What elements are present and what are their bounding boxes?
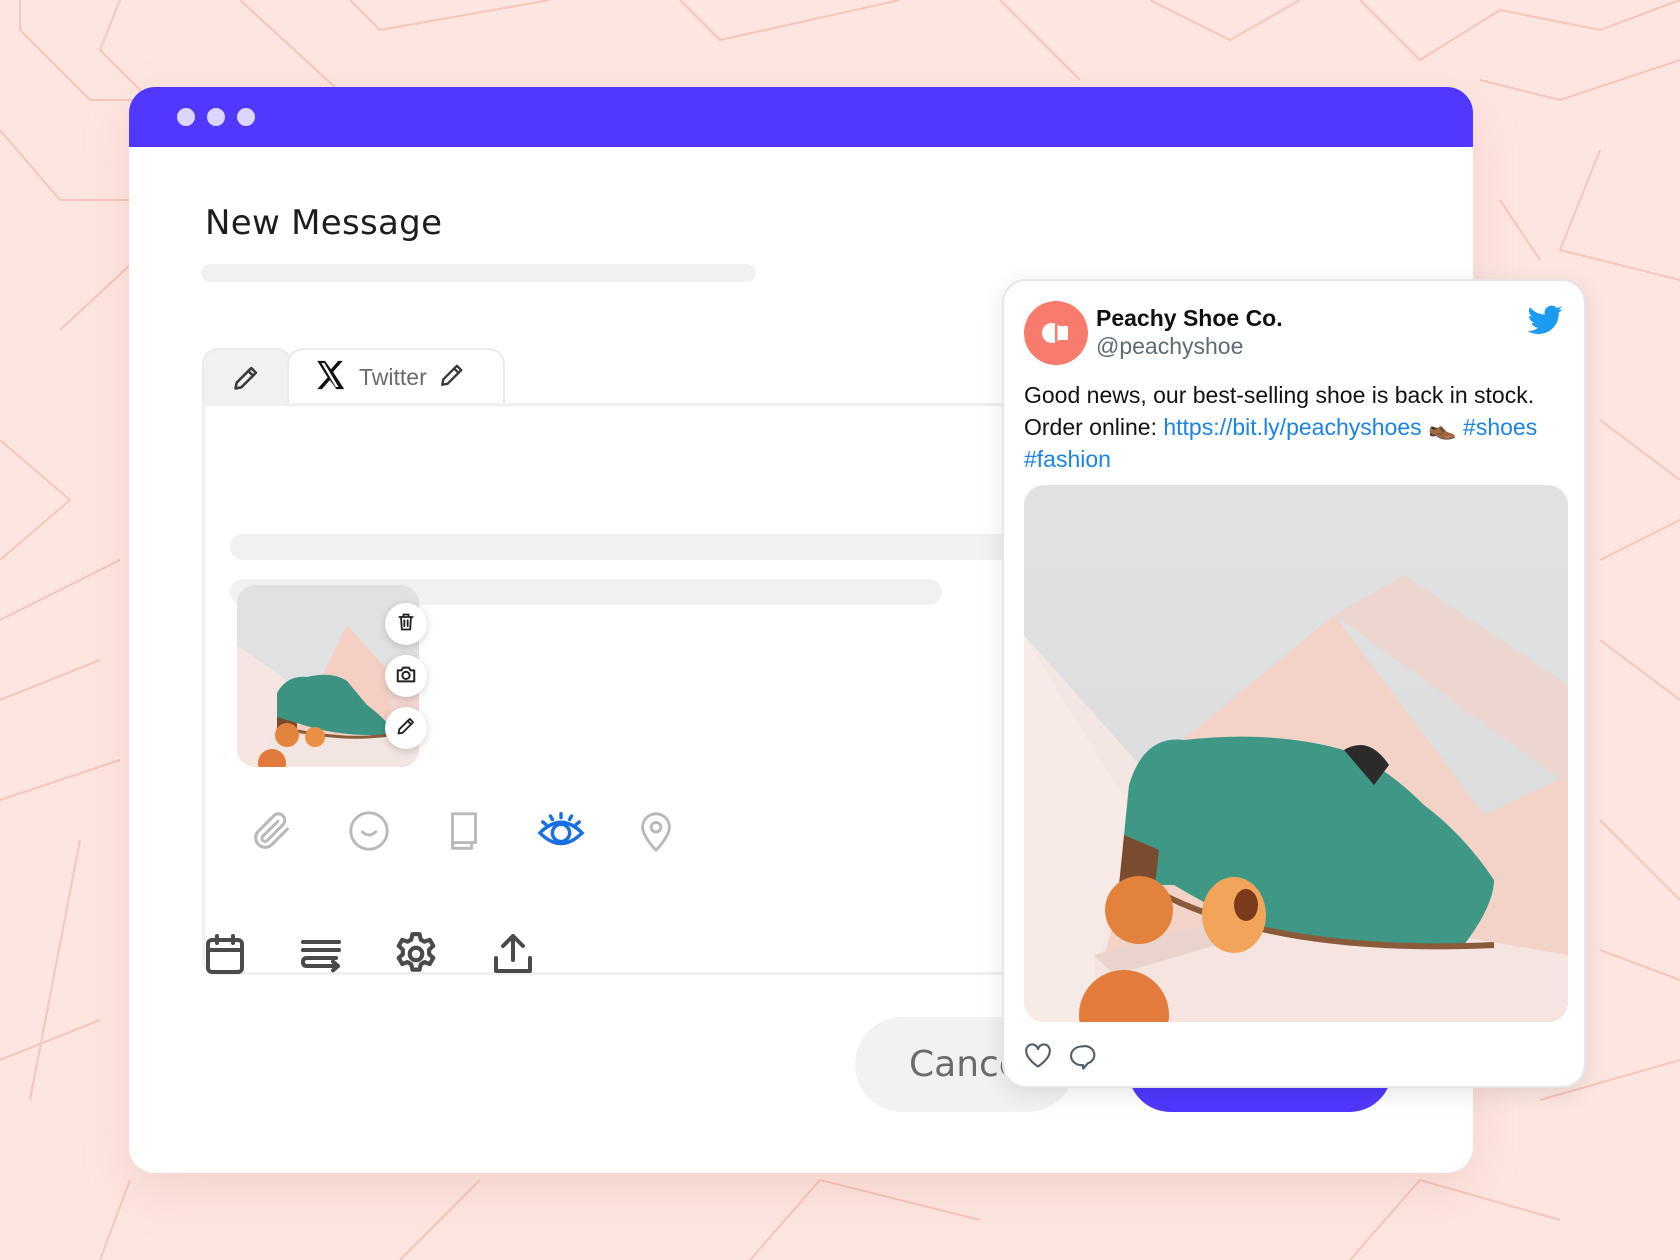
window-dot[interactable]: [207, 108, 225, 126]
tweet-preview-card: Peachy Shoe Co. @peachyshoe Good news, o…: [1002, 279, 1586, 1088]
pencil-icon[interactable]: [439, 362, 465, 392]
subject-placeholder-bar[interactable]: [201, 264, 756, 282]
library-button[interactable]: [439, 808, 489, 858]
hashtag-link[interactable]: #fashion: [1024, 446, 1111, 472]
tab-twitter[interactable]: Twitter: [287, 348, 505, 404]
hashtag-link[interactable]: #shoes: [1463, 414, 1537, 440]
delete-image-button[interactable]: [385, 603, 427, 645]
x-logo-icon: [313, 358, 347, 396]
schedule-button[interactable]: [200, 931, 250, 981]
tweet-link[interactable]: https://bit.ly/peachyshoes: [1163, 414, 1421, 440]
edit-image-button[interactable]: [385, 707, 427, 749]
tweet-actions: [1024, 1043, 1096, 1075]
smiley-icon: [346, 808, 392, 858]
settings-button[interactable]: [391, 931, 441, 981]
shoe-photo: [1024, 485, 1568, 1022]
replace-image-button[interactable]: [385, 655, 427, 697]
tab-twitter-label: Twitter: [359, 363, 427, 390]
window-dot[interactable]: [237, 108, 255, 126]
attach-button[interactable]: [247, 808, 297, 858]
brand-logo-icon: [1042, 323, 1068, 343]
page-title: New Message: [205, 203, 443, 243]
pencil-icon: [396, 716, 416, 740]
upload-icon: [489, 930, 537, 982]
window-dot[interactable]: [177, 108, 195, 126]
calendar-icon: [201, 930, 249, 982]
camera-icon: [395, 663, 417, 689]
preview-button[interactable]: [536, 808, 586, 858]
account-name: Peachy Shoe Co.: [1096, 305, 1283, 331]
tweet-text-line: Order online:: [1024, 414, 1164, 440]
shoe-emoji: 👞: [1428, 414, 1457, 440]
queue-button[interactable]: [296, 931, 346, 981]
avatar: [1024, 301, 1088, 365]
trash-icon: [396, 612, 416, 636]
reply-icon[interactable]: [1068, 1043, 1096, 1075]
book-icon: [441, 808, 487, 858]
eye-icon: [536, 808, 586, 858]
tweet-text: Good news, our best-selling shoe is back…: [1024, 379, 1572, 475]
tab-general[interactable]: [202, 348, 292, 404]
upload-button[interactable]: [488, 931, 538, 981]
tweet-text-line: Good news, our best-selling shoe is back…: [1024, 382, 1535, 408]
tweet-image: [1024, 485, 1568, 1022]
account-handle: @peachyshoe: [1096, 333, 1244, 359]
window-titlebar: [129, 87, 1473, 147]
gear-icon: [391, 929, 441, 983]
location-button[interactable]: [631, 808, 681, 858]
paperclip-icon: [249, 808, 295, 858]
twitter-bird-icon: [1526, 305, 1564, 341]
lines-arrow-icon: [297, 930, 345, 982]
heart-icon[interactable]: [1024, 1043, 1052, 1075]
map-pin-icon: [633, 807, 679, 859]
emoji-button[interactable]: [344, 808, 394, 858]
pencil-icon: [232, 364, 260, 396]
